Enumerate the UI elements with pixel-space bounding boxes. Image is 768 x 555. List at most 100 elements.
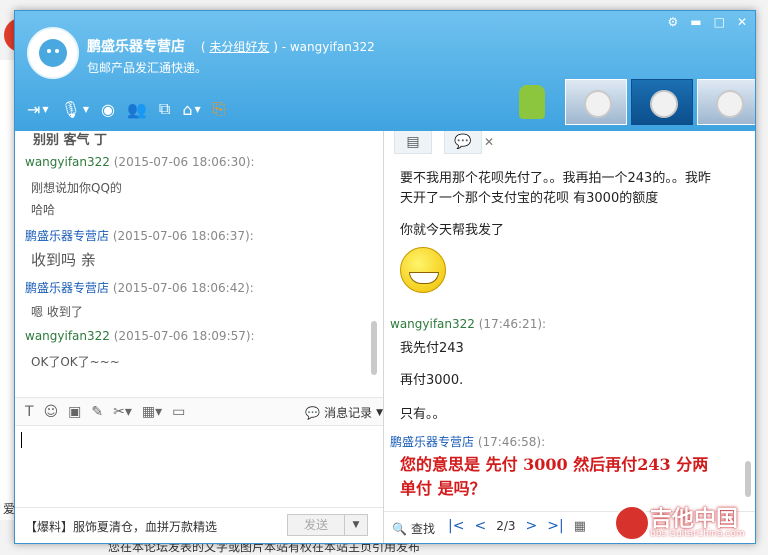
history-message: 鹏盛乐器专营店 (2015-07-06 18:06:37): <box>25 227 254 244</box>
maximize-icon[interactable]: □ <box>714 15 725 29</box>
message-sender: wangyifan322 <box>25 329 110 343</box>
conversation-text: 天开了一个那个支付宝的花呗 有3000的额度 <box>400 191 659 206</box>
send-options-chevron-icon[interactable]: ▼ <box>344 514 368 536</box>
close-icon[interactable]: ✕ <box>737 15 747 29</box>
grin-emoji-icon <box>400 247 446 293</box>
history-message: 鹏盛乐器专营店 (2015-07-06 18:06:42): <box>25 279 254 296</box>
chevron-down-icon: ▼ <box>376 407 383 418</box>
product-thumb-2[interactable] <box>631 79 693 125</box>
chat-bubble-icon: 💬 <box>305 405 321 420</box>
send-button[interactable]: 发送 <box>287 514 345 536</box>
conversation-text: 你就今天帮我发了 <box>400 223 505 238</box>
window-controls: ⚙ ▬ □ ✕ <box>667 15 747 29</box>
calendar-icon[interactable]: ▦ <box>574 519 586 534</box>
chat-window: 鹏盛乐器专营店 ( 未分组好友 ) - wangyifan322 包邮产品发汇通… <box>14 10 756 544</box>
chat-tab[interactable]: 💬 <box>444 131 482 154</box>
emoji-icon[interactable]: ☺ <box>44 404 59 420</box>
message-time: (2015-07-06 18:09:57): <box>113 329 255 343</box>
conversation-pane: ▤ 💬 ✕ 要不我用那个花呗先付了。。我再拍一个243的。。我昨 天开了一个那个… <box>384 131 755 511</box>
edit-icon[interactable]: ✎ <box>91 404 103 420</box>
message-sender: wangyifan322 <box>25 155 110 169</box>
search-icon: 🔍 <box>392 521 407 536</box>
file-transfer-icon: ⇥ <box>27 99 41 119</box>
file-transfer-button[interactable]: ⇥ ▼ <box>27 99 49 119</box>
minimize-icon[interactable]: ▬ <box>690 15 701 29</box>
product-thumbnails <box>565 79 755 125</box>
screen-icon[interactable]: ▭ <box>172 404 185 420</box>
conversation-emphasis-text: 单付 是吗？ <box>400 479 486 498</box>
conversation-tabs: ▤ 💬 ✕ <box>394 131 494 154</box>
screen-share-button[interactable]: ⧉ <box>159 99 170 119</box>
history-cut-line: 别别 客气 丁 <box>33 133 108 148</box>
page-indicator: 2/3 <box>496 519 516 533</box>
history-pane: 别别 客气 丁 wangyifan322 (2015-07-06 18:06:3… <box>15 131 383 395</box>
group-paren-open: ( <box>200 40 206 54</box>
microphone-icon: 🎙 <box>60 99 81 119</box>
message-sender: wangyifan322 <box>390 317 475 331</box>
message-body: 嗯 收到了 <box>31 305 83 319</box>
settings-gear-icon[interactable]: ⚙ <box>667 15 678 29</box>
product-thumb-1[interactable] <box>565 79 627 125</box>
message-time: (2015-07-06 18:06:30): <box>113 155 255 169</box>
image-icon[interactable]: ▣ <box>68 404 81 420</box>
exit-button[interactable]: ⎘ <box>213 99 226 119</box>
next-page-icon[interactable]: > <box>526 518 538 534</box>
camera-icon: ◉ <box>101 99 115 119</box>
history-scrollbar[interactable] <box>371 321 377 375</box>
text-caret <box>21 432 22 448</box>
message-time: (2015-07-06 18:06:42): <box>112 281 254 295</box>
robot-icon: ⌂ <box>182 99 193 119</box>
mascot-icon[interactable] <box>519 85 545 119</box>
message-time: (17:46:21): <box>478 317 547 331</box>
message-record-button[interactable]: 💬 消息记录 ▼ <box>305 404 383 421</box>
table-icon[interactable]: ▦▾ <box>142 404 162 420</box>
scissors-icon[interactable]: ✂▾ <box>113 404 132 420</box>
watermark-url: bbs.GuitarChina.com <box>650 529 745 539</box>
chevron-down-icon: ▼ <box>42 104 49 114</box>
exit-icon: ⎘ <box>212 99 226 118</box>
voice-button[interactable]: 🎙 ▼ <box>61 99 89 119</box>
conversation-scrollbar[interactable] <box>745 461 751 497</box>
pager: |< < 2/3 > >| ▦ <box>448 518 586 534</box>
conversation-text: 要不我用那个花呗先付了。。我再拍一个243的。。我昨 <box>400 171 711 186</box>
video-button[interactable]: ◉ <box>101 99 115 119</box>
tab-close-icon[interactable]: ✕ <box>484 135 494 149</box>
font-icon[interactable]: T <box>25 404 34 420</box>
conversation-text: 我先付243 <box>400 341 464 356</box>
history-message: wangyifan322 (2015-07-06 18:09:57): <box>25 329 255 343</box>
contact-account: - wangyifan322 <box>281 40 375 54</box>
conversation-text: 再付3000. <box>400 373 464 388</box>
contact-name[interactable]: 鹏盛乐器专营店 <box>87 39 185 55</box>
avatar-face-icon <box>39 39 67 67</box>
group-chat-button[interactable]: 👥 <box>127 99 147 119</box>
last-page-icon[interactable]: >| <box>547 518 563 534</box>
message-body: 刚想说加你QQ的 <box>31 181 122 195</box>
prev-page-icon[interactable]: < <box>474 518 486 534</box>
message-record-label: 消息记录 <box>324 406 373 420</box>
watermark: 吉他中国 bbs.GuitarChina.com <box>610 503 766 543</box>
ad-link[interactable]: 【爆料】服饰夏清仓，血拼万款精选 <box>25 518 217 535</box>
chat-header: 鹏盛乐器专营店 ( 未分组好友 ) - wangyifan322 包邮产品发汇通… <box>15 11 755 131</box>
conversation-emphasis-text: 您的意思是 先付 3000 然后再付243 分两 <box>400 455 709 474</box>
conversation-sender-line: wangyifan322 (17:46:21): <box>390 317 546 331</box>
contact-signature: 包邮产品发汇通快递。 <box>87 61 208 75</box>
contact-group-link[interactable]: 未分组好友 <box>209 40 269 54</box>
chevron-down-icon: ▼ <box>194 104 201 114</box>
find-button[interactable]: 🔍 查找 <box>392 520 435 537</box>
message-sender: 鹏盛乐器专营店 <box>390 435 475 449</box>
contact-avatar[interactable] <box>27 27 79 79</box>
message-body: 收到吗 亲 <box>31 251 96 269</box>
product-thumb-3[interactable] <box>697 79 755 125</box>
message-sender: 鹏盛乐器专营店 <box>25 281 110 295</box>
conversation-sender-line: 鹏盛乐器专营店 (17:46:58): <box>390 433 545 450</box>
chevron-down-icon: ▼ <box>82 104 90 114</box>
people-icon: 👥 <box>127 99 147 119</box>
first-page-icon[interactable]: |< <box>448 518 464 534</box>
message-input[interactable] <box>15 425 383 506</box>
app-button[interactable]: ⌂ ▼ <box>182 99 200 119</box>
message-body: 哈哈 <box>31 203 56 217</box>
contact-card-tab[interactable]: ▤ <box>394 131 432 154</box>
group-paren-close: ) <box>273 40 278 54</box>
history-message: wangyifan322 (2015-07-06 18:06:30): <box>25 155 255 169</box>
chat-toolbar: ⇥ ▼ 🎙 ▼ ◉ 👥 ⧉ ⌂ ▼ ⎘ <box>27 99 225 119</box>
